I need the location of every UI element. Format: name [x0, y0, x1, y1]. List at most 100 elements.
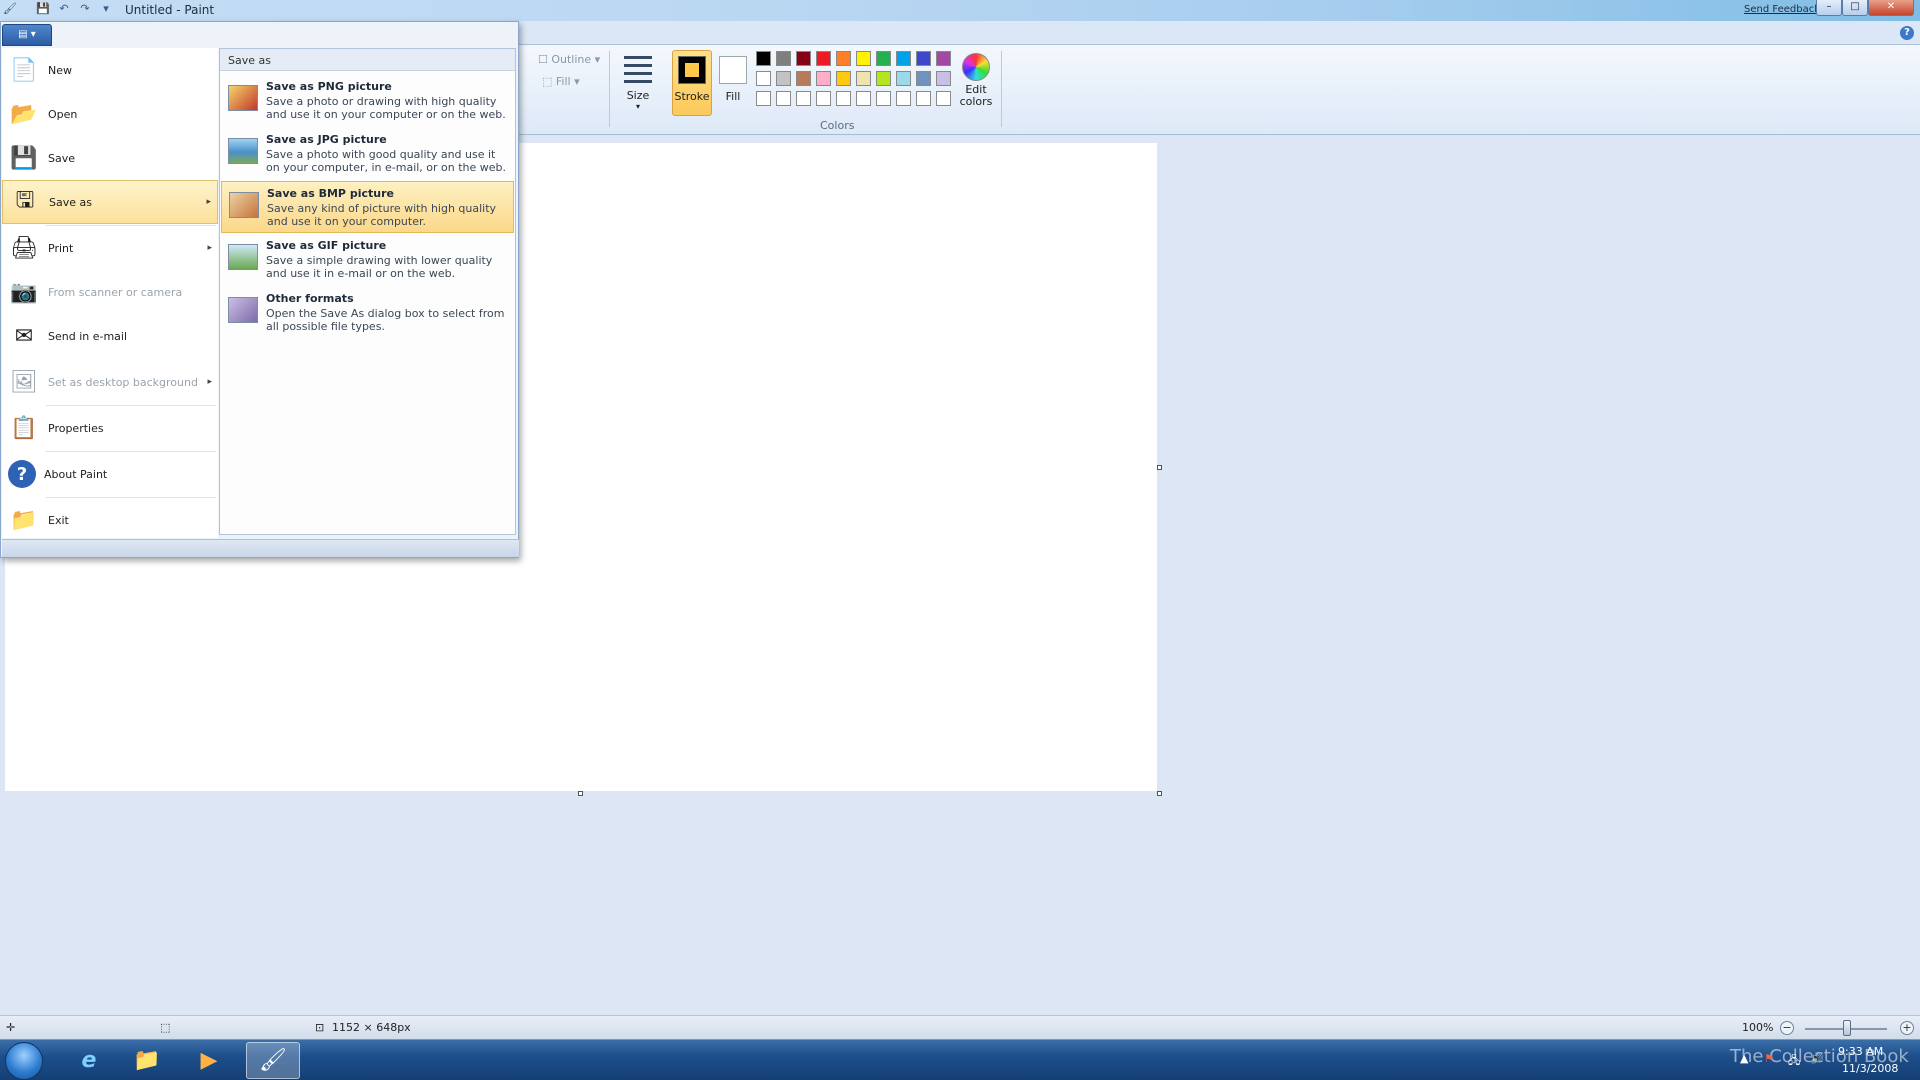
size-label: Size [626, 89, 650, 102]
menu-item-print[interactable]: 🖨 Print ▸ [2, 226, 218, 270]
fill-color-button[interactable]: Fill [716, 50, 750, 116]
color-swatch[interactable] [916, 71, 931, 86]
menu-item-save[interactable]: 💾 Save [2, 136, 218, 180]
item-title: Save as BMP picture [267, 187, 394, 200]
email-icon: ✉ [14, 323, 34, 349]
save-as-jpg-item[interactable]: Save as JPG picture Save a photo with go… [221, 128, 514, 180]
file-explorer-icon[interactable]: 📁 [120, 1042, 174, 1079]
stroke-label: Stroke [674, 90, 710, 103]
maximize-button[interactable]: □ [1842, 0, 1868, 16]
color-swatch[interactable] [916, 51, 931, 66]
menu-item-new[interactable]: 📄 New [2, 48, 218, 92]
outline-button[interactable]: ☐ Outline ▾ [538, 53, 600, 66]
undo-icon[interactable]: ↶ [57, 2, 71, 16]
clock-time[interactable]: 9:33 AM [1838, 1045, 1883, 1058]
new-file-icon: 📄 [10, 57, 38, 83]
menu-item-desktop-background: 🖼 Set as desktop background ▸ [2, 360, 218, 404]
minimize-button[interactable]: – [1816, 0, 1842, 16]
save-icon: 💾 [10, 145, 38, 171]
color-swatch[interactable] [856, 71, 871, 86]
color-swatch[interactable] [776, 91, 791, 106]
menu-item-about[interactable]: ? About Paint [2, 452, 218, 496]
color-swatch[interactable] [816, 71, 831, 86]
zoom-out-button[interactable]: − [1780, 1021, 1794, 1035]
item-title: Save as GIF picture [266, 239, 387, 252]
clock-date[interactable]: 11/3/2008 [1842, 1062, 1898, 1075]
menu-item-send-email[interactable]: ✉ Send in e-mail [2, 314, 218, 358]
chevron-down-icon: ▾ [635, 102, 640, 111]
internet-explorer-icon[interactable]: e [62, 1042, 116, 1079]
color-swatch[interactable] [876, 51, 891, 66]
item-description: Open the Save As dialog box to select fr… [266, 307, 505, 333]
menu-item-label: Print [48, 241, 74, 255]
submenu-header: Save as [220, 49, 515, 71]
color-swatch[interactable] [796, 91, 811, 106]
stroke-color-button[interactable]: Stroke [672, 50, 712, 116]
color-swatch[interactable] [816, 51, 831, 66]
color-swatch[interactable] [896, 71, 911, 86]
edit-colors-button[interactable]: Edit colors [954, 53, 998, 108]
save-as-bmp-item[interactable]: Save as BMP picture Save any kind of pic… [221, 181, 514, 233]
color-swatch[interactable] [796, 51, 811, 66]
save-as-gif-item[interactable]: Save as GIF picture Save a simple drawin… [221, 234, 514, 286]
color-swatch[interactable] [876, 91, 891, 106]
save-as-png-item[interactable]: Save as PNG picture Save a photo or draw… [221, 75, 514, 127]
color-swatch[interactable] [916, 91, 931, 106]
color-swatch[interactable] [856, 51, 871, 66]
color-swatch[interactable] [896, 91, 911, 106]
start-button[interactable] [5, 1042, 43, 1080]
zoom-slider-thumb[interactable] [1843, 1020, 1851, 1036]
color-swatch[interactable] [876, 71, 891, 86]
customize-qat-icon[interactable]: ▾ [99, 2, 113, 16]
fill-shape-button[interactable]: ⬚ Fill ▾ [542, 75, 580, 88]
menu-item-label: Set as desktop background [48, 375, 198, 389]
menu-item-label: Send in e-mail [48, 329, 128, 343]
save-icon[interactable]: 💾 [36, 2, 50, 16]
resize-handle-bottom[interactable] [578, 791, 583, 796]
menu-item-label: Save [48, 151, 76, 165]
color-swatch[interactable] [816, 91, 831, 106]
network-icon[interactable]: 🖧 [1788, 1052, 1800, 1071]
color-swatch[interactable] [756, 91, 771, 106]
color-swatch[interactable] [936, 51, 951, 66]
menu-item-save-as[interactable]: 🖫 Save as ▸ [2, 180, 218, 224]
tray-expand-icon[interactable]: ▲ [1740, 1052, 1748, 1065]
color-swatch[interactable] [796, 71, 811, 86]
gif-picture-icon [228, 244, 258, 270]
size-button[interactable]: Size ▾ [608, 51, 668, 119]
window-title: Untitled - Paint [125, 3, 215, 17]
zoom-level: 100% [1742, 1021, 1774, 1034]
color-swatch[interactable] [776, 51, 791, 66]
color-swatch[interactable] [936, 91, 951, 106]
app-menu-tab[interactable]: ▤ ▾ [2, 24, 52, 46]
color-swatch[interactable] [936, 71, 951, 86]
menu-item-open[interactable]: 📂 Open [2, 92, 218, 136]
menu-item-label: Open [48, 107, 78, 121]
color-swatch[interactable] [836, 91, 851, 106]
color-swatch[interactable] [756, 51, 771, 66]
paint-taskbar-icon[interactable]: 🖌 [246, 1042, 300, 1079]
resize-handle-corner[interactable] [1157, 791, 1162, 796]
close-button[interactable]: ✕ [1868, 0, 1914, 16]
send-feedback-link[interactable]: Send Feedback [1744, 4, 1820, 15]
item-description: Save any kind of picture with high quali… [267, 202, 497, 228]
resize-handle-right[interactable] [1157, 465, 1162, 470]
save-as-submenu: Save as Save as PNG picture Save a photo… [219, 48, 516, 535]
color-swatch[interactable] [836, 71, 851, 86]
flag-icon[interactable]: ⚑ [1764, 1052, 1774, 1065]
media-player-icon[interactable]: ▶ [182, 1042, 236, 1079]
color-swatch[interactable] [756, 71, 771, 86]
help-icon[interactable]: ? [1900, 26, 1914, 40]
color-swatch[interactable] [896, 51, 911, 66]
camera-icon: 📷 [10, 279, 38, 305]
volume-icon[interactable]: 🔊 [1810, 1052, 1824, 1065]
color-swatch[interactable] [836, 51, 851, 66]
menu-item-properties[interactable]: 📋 Properties [2, 406, 218, 450]
other-formats-item[interactable]: Other formats Open the Save As dialog bo… [221, 287, 514, 339]
color-swatch[interactable] [856, 91, 871, 106]
menu-item-exit[interactable]: 📁 Exit [2, 498, 218, 542]
zoom-in-button[interactable]: + [1900, 1021, 1914, 1035]
color-swatch[interactable] [776, 71, 791, 86]
redo-icon[interactable]: ↷ [78, 2, 92, 16]
paint-app-icon[interactable]: 🖌 [3, 2, 17, 16]
